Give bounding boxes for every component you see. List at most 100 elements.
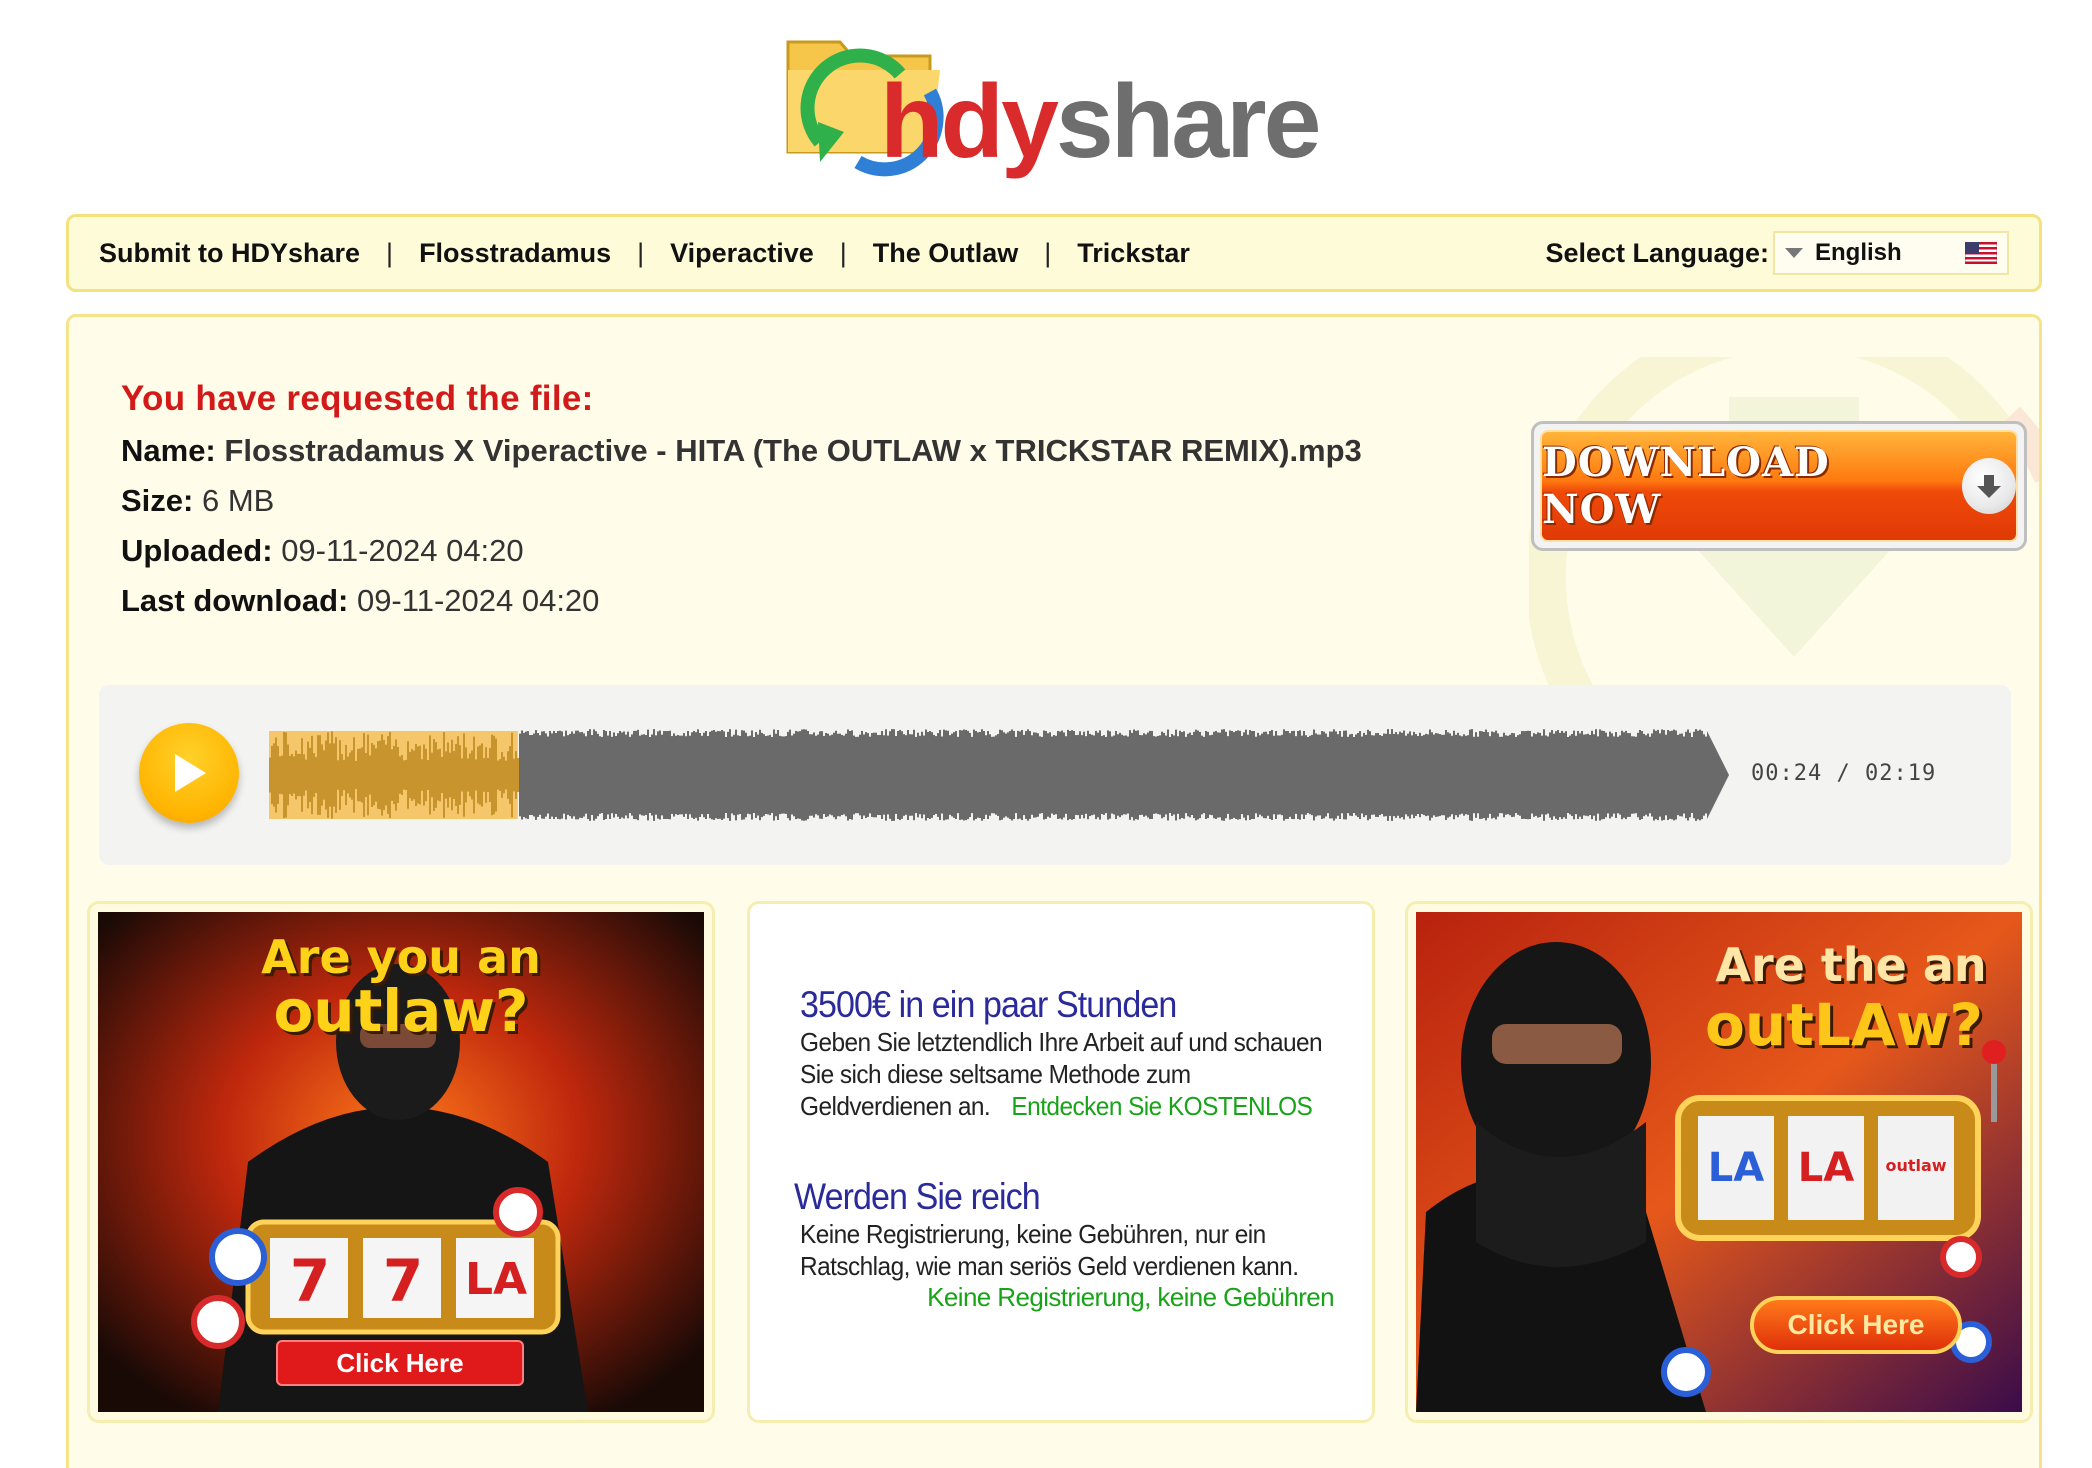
waveform-bar-played xyxy=(349,752,351,798)
waveform-bar-played xyxy=(355,760,357,790)
waveform-bar-played xyxy=(315,757,317,793)
text-ad-1-link[interactable]: Entdecken Sie KOSTENLOS xyxy=(1011,1091,1312,1121)
waveform-bar-played xyxy=(379,740,381,810)
ad-right-click-here-button[interactable]: Click Here xyxy=(1750,1296,1962,1354)
waveform-bar xyxy=(865,732,867,818)
waveform-bar xyxy=(723,731,725,819)
waveform-bar xyxy=(1659,733,1661,817)
waveform-bar xyxy=(569,733,571,817)
ad-right-image[interactable]: Are the an outLAw? LA LA outlaw Click He… xyxy=(1416,912,2022,1412)
waveform-bar-played xyxy=(297,753,299,797)
site-logo[interactable]: hdyshare xyxy=(780,22,1321,182)
waveform-bar-played xyxy=(269,757,271,793)
waveform-bar xyxy=(1403,730,1405,820)
waveform-bar xyxy=(1537,732,1539,818)
waveform-bar xyxy=(1359,731,1361,819)
waveform-bar xyxy=(1039,736,1041,814)
waveform-bar xyxy=(1179,730,1181,820)
ad-left-reel-1: 7 xyxy=(289,1247,331,1315)
waveform-bar xyxy=(717,730,719,820)
waveform-bar xyxy=(1109,731,1111,819)
waveform-bar xyxy=(1051,736,1053,814)
waveform-bar-played xyxy=(341,754,343,796)
text-ad-1-title[interactable]: 3500€ in ein paar Stunden xyxy=(800,984,1315,1026)
waveform-bar-played xyxy=(445,751,447,799)
waveform-bar-played xyxy=(329,743,331,807)
waveform-bar xyxy=(1011,729,1013,821)
waveform-bar-played xyxy=(397,746,399,804)
waveform-bar xyxy=(855,736,857,814)
ad-right-headline-1: Are the an xyxy=(1715,938,1987,992)
waveform-bar xyxy=(1435,733,1437,817)
waveform-bar xyxy=(939,729,941,821)
waveform-bar xyxy=(1031,735,1033,815)
waveform-bar xyxy=(561,731,563,819)
nav-link-trickstar[interactable]: Trickstar xyxy=(1077,238,1190,269)
play-button[interactable] xyxy=(139,723,239,823)
waveform-bar xyxy=(1293,730,1295,820)
nav-link-flosstradamus[interactable]: Flosstradamus xyxy=(419,238,611,269)
ad-left-click-here-button[interactable]: Click Here xyxy=(276,1340,524,1386)
waveform-bar xyxy=(793,733,795,817)
waveform-bar xyxy=(1357,732,1359,818)
waveform-bar xyxy=(1225,731,1227,819)
language-dropdown[interactable]: English xyxy=(1773,231,2009,275)
text-ad-1[interactable]: 3500€ in ein paar Stunden Geben Sie letz… xyxy=(800,984,1360,1122)
waveform-bar xyxy=(1509,734,1511,816)
waveform-bar xyxy=(519,733,521,817)
waveform-bar xyxy=(1037,733,1039,817)
waveform-bar-played xyxy=(375,748,377,802)
waveform-bar xyxy=(1547,736,1549,814)
waveform-bar xyxy=(675,735,677,815)
waveform-bar-played xyxy=(453,750,455,800)
waveform-bar xyxy=(601,736,603,814)
waveform-bar-played xyxy=(281,755,283,795)
waveform-bar xyxy=(921,731,923,819)
waveform-bar xyxy=(1023,734,1025,816)
waveform-bar xyxy=(769,734,771,816)
waveform-bar xyxy=(867,733,869,817)
nav-link-viperactive[interactable]: Viperactive xyxy=(670,238,814,269)
waveform-bar xyxy=(1601,730,1603,820)
waveform-bar-played xyxy=(361,747,363,803)
text-ad-2-link[interactable]: Keine Registrierung, keine Gebühren xyxy=(794,1282,1334,1313)
waveform-bar-played xyxy=(285,732,287,818)
waveform-bar xyxy=(1001,730,1003,820)
waveform-bar xyxy=(1145,734,1147,816)
waveform-bar xyxy=(1255,736,1257,814)
waveform-bar xyxy=(1229,730,1231,820)
waveform-bar xyxy=(591,735,593,815)
last-download-row: Last download: 09-11-2024 04:20 xyxy=(121,583,1362,619)
text-ad-2[interactable]: Werden Sie reich Keine Registrierung, ke… xyxy=(794,1176,1360,1313)
waveform-bar xyxy=(677,734,679,816)
waveform-bar xyxy=(737,735,739,815)
waveform-bar xyxy=(1427,734,1429,816)
waveform-bar xyxy=(815,735,817,815)
waveform-bar-played xyxy=(389,731,391,819)
ad-left-image[interactable]: Are you an outlaw? 7 7 LA Click Here xyxy=(98,912,704,1412)
nav-link-submit[interactable]: Submit to HDYshare xyxy=(99,238,360,269)
waveform-bar xyxy=(1649,736,1651,814)
nav-link-the-outlaw[interactable]: The Outlaw xyxy=(873,238,1019,269)
waveform-bar xyxy=(1103,735,1105,815)
waveform-bar xyxy=(1663,730,1665,820)
waveform-bar xyxy=(1065,736,1067,814)
waveform-bar xyxy=(1021,729,1023,821)
waveform-bar-played xyxy=(367,734,369,816)
logo-hd: hd xyxy=(880,64,1004,180)
waveform-bar xyxy=(1687,729,1689,821)
waveform-bar-played xyxy=(307,741,309,809)
waveform-bar xyxy=(1099,730,1101,820)
language-selector: Select Language: English xyxy=(1545,231,2009,275)
audio-waveform[interactable] xyxy=(269,723,1729,827)
waveform-bar xyxy=(877,735,879,815)
waveform-bar xyxy=(1215,731,1217,819)
waveform-bar xyxy=(1139,735,1141,815)
text-ad-2-title[interactable]: Werden Sie reich xyxy=(794,1176,1315,1218)
waveform-bar xyxy=(1173,735,1175,815)
waveform-bar xyxy=(1691,736,1693,814)
waveform-bar xyxy=(1501,736,1503,814)
waveform-bar xyxy=(1247,734,1249,816)
download-now-button[interactable]: DOWNLOAD NOW xyxy=(1531,421,2027,551)
waveform-bar xyxy=(1193,731,1195,819)
